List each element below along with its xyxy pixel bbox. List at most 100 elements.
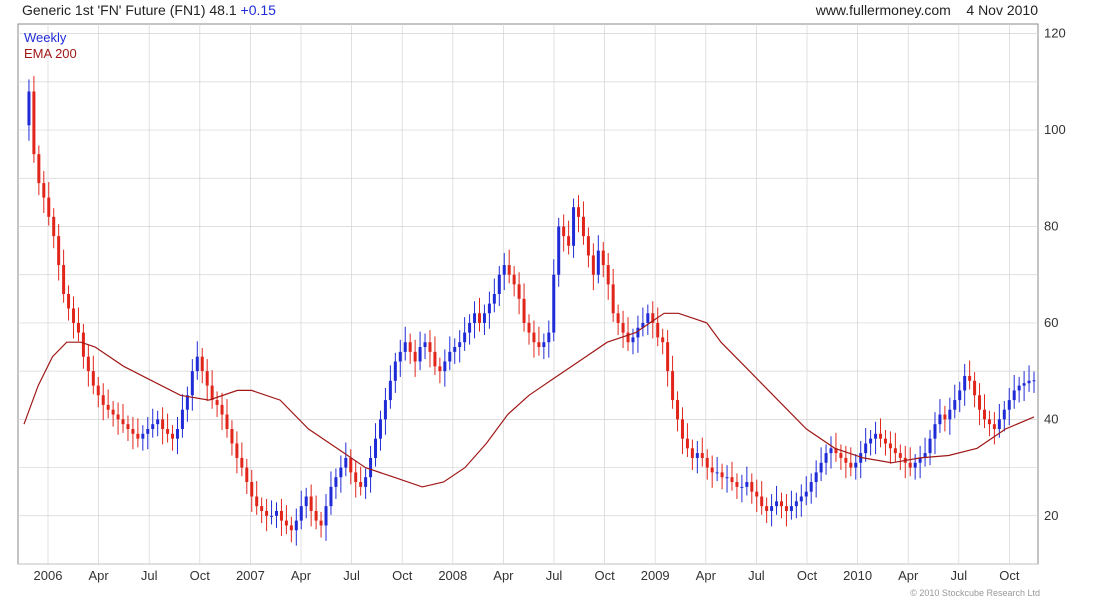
candle-body: [958, 390, 962, 401]
candle-body: [453, 347, 457, 352]
candle-body: [324, 506, 328, 526]
candle-body: [814, 472, 818, 483]
candle-body: [745, 482, 749, 487]
candle-body: [616, 313, 620, 323]
candle-body: [750, 482, 754, 492]
x-tick-label: Jul: [343, 568, 360, 583]
candle-body: [864, 443, 868, 454]
candle-body: [611, 284, 615, 314]
candle-body: [359, 482, 363, 487]
candle-body: [908, 462, 912, 468]
candle-body: [973, 380, 977, 396]
candle-body: [562, 226, 566, 237]
candle-body: [606, 265, 610, 285]
y-tick-label: 20: [1044, 508, 1058, 523]
candle-body: [502, 265, 506, 275]
candle-body: [374, 438, 378, 458]
candle-body: [621, 322, 625, 333]
candle-body: [581, 216, 585, 237]
x-tick-label: 2008: [438, 568, 467, 583]
candle-body: [220, 404, 224, 415]
candle-body: [928, 438, 932, 454]
candle-body: [136, 433, 140, 439]
candle-body: [215, 400, 219, 405]
candle-body: [81, 332, 85, 357]
candle-body: [279, 510, 283, 521]
candle-body: [284, 520, 288, 526]
candle-body: [844, 457, 848, 463]
candle-body: [27, 91, 31, 126]
plot-area: [17, 23, 1039, 565]
candle-body: [166, 429, 170, 434]
candle-body: [804, 491, 808, 497]
x-tick-label: Apr: [291, 568, 312, 583]
candle-body: [676, 400, 680, 420]
candle-body: [423, 342, 427, 348]
candle-body: [685, 438, 689, 449]
legend-weekly: Weekly: [24, 30, 67, 45]
candle-body: [32, 91, 36, 155]
x-tick-label: Jul: [141, 568, 158, 583]
candle-body: [91, 371, 95, 386]
candle-body: [270, 515, 274, 517]
candle-body: [403, 342, 407, 352]
candle-body: [730, 477, 734, 483]
candle-body: [715, 472, 719, 474]
candle-body: [646, 313, 650, 323]
x-axis: 2006 Apr Jul Oct 2007 Apr Jul Oct 2008 Apr Jul Oct 2…: [34, 568, 1020, 583]
candle-body: [344, 457, 348, 468]
candle-body: [195, 356, 199, 372]
candle-body: [527, 322, 531, 333]
candle-body: [235, 443, 239, 458]
candle-body: [146, 429, 150, 434]
candle-body: [992, 424, 996, 429]
candle-body: [250, 482, 254, 497]
candle-body: [126, 424, 130, 429]
candle-body: [62, 265, 66, 294]
x-tick-label: Jul: [546, 568, 563, 583]
candle-body: [978, 395, 982, 410]
candle-body: [532, 332, 536, 343]
candle-body: [577, 207, 581, 217]
candle-body: [294, 520, 298, 531]
candle-body: [101, 395, 105, 405]
candle-body: [175, 429, 179, 439]
candle-body: [671, 371, 675, 401]
candle-body: [705, 457, 709, 468]
candle-body: [185, 395, 189, 410]
candle-body: [636, 327, 640, 338]
candle-body: [205, 371, 209, 386]
candle-body: [695, 453, 699, 458]
candle-body: [794, 501, 798, 507]
x-tick-label: Oct: [392, 568, 413, 583]
candle-body: [542, 342, 546, 348]
candle-body: [1007, 400, 1011, 410]
y-tick-label: 80: [1044, 219, 1058, 234]
candle-body: [418, 347, 422, 362]
candle-body: [210, 385, 214, 401]
candle-body: [275, 510, 278, 516]
candle-body: [799, 496, 803, 502]
candle-body: [775, 501, 779, 507]
candle-body: [522, 298, 526, 323]
candle-body: [982, 409, 986, 420]
candle-body: [720, 472, 724, 478]
candle-body: [339, 467, 343, 478]
candle-body: [438, 366, 442, 372]
candle-body: [473, 313, 477, 323]
candle-body: [933, 424, 937, 439]
candle-body: [879, 433, 883, 439]
y-tick-label: 100: [1044, 122, 1066, 137]
candle-body: [468, 322, 472, 333]
candle-body: [265, 510, 269, 516]
candle-body: [383, 400, 387, 420]
candle-body: [809, 482, 813, 492]
candle-body: [314, 510, 318, 521]
candle-body: [413, 351, 417, 362]
candle-body: [47, 197, 51, 217]
candle-body: [780, 501, 783, 507]
candle-body: [591, 255, 595, 275]
candle-body: [537, 342, 541, 348]
candle-body: [824, 453, 828, 463]
candle-body: [819, 462, 823, 473]
